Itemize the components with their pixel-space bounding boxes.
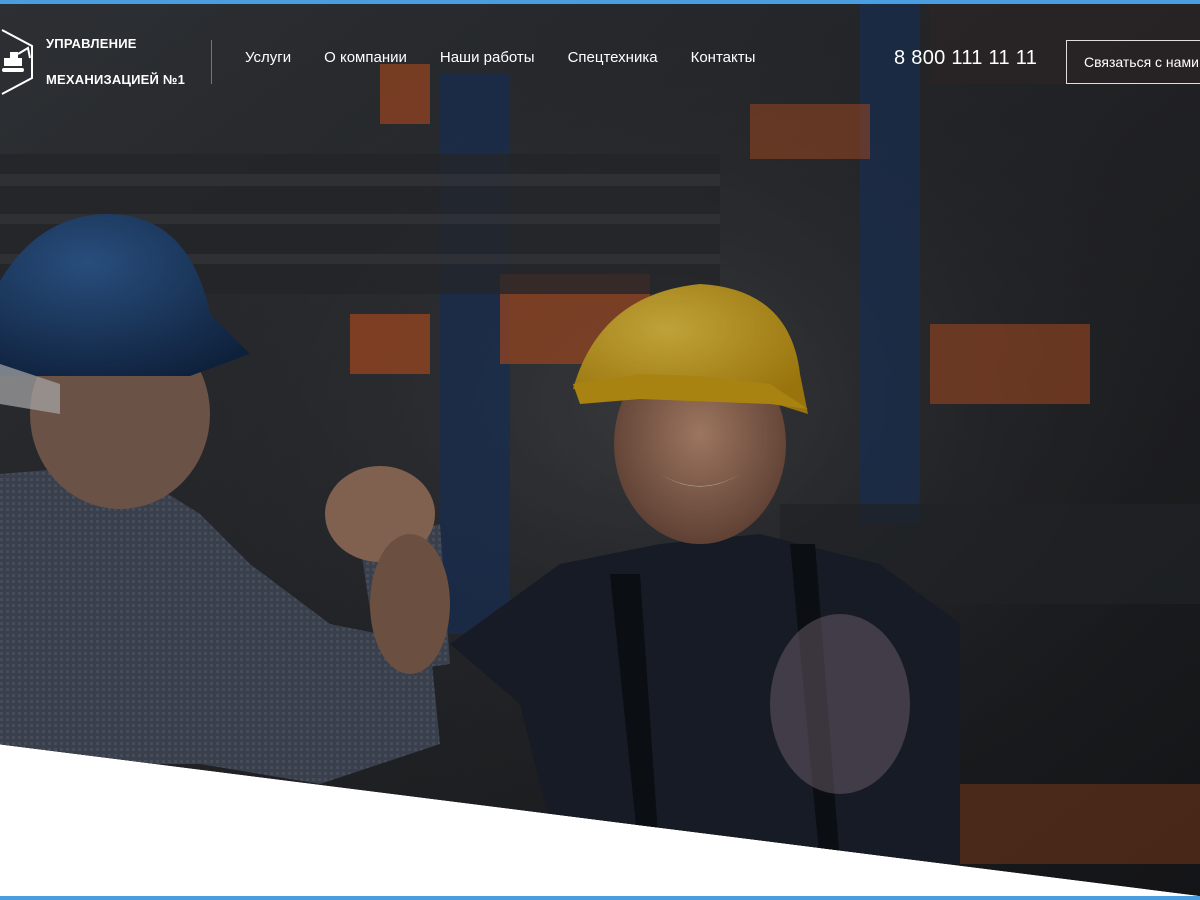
hero-photo xyxy=(0,4,1200,896)
header-divider xyxy=(211,40,212,84)
nav-item-services[interactable]: Услуги xyxy=(245,48,291,68)
brand-name-line1: Управление xyxy=(46,36,137,51)
brand-logo[interactable]: Управление механизацией №1 xyxy=(0,28,185,96)
nav-item-contacts[interactable]: Контакты xyxy=(691,48,756,68)
brand-name: Управление механизацией №1 xyxy=(46,17,185,107)
bottom-accent-border xyxy=(0,896,1200,900)
nav-item-machinery[interactable]: Спецтехника xyxy=(568,48,658,68)
brand-name-line2: механизацией №1 xyxy=(46,72,186,87)
site-header: Управление механизацией №1 Услуги О комп… xyxy=(0,4,1200,112)
main-nav: Услуги О компании Наши работы Спецтехник… xyxy=(245,48,755,68)
excavator-hexagon-icon xyxy=(1,29,33,95)
top-accent-border xyxy=(0,0,1200,4)
contact-us-button[interactable]: Связаться с нами xyxy=(1066,40,1200,84)
hero-banner xyxy=(0,4,1200,896)
nav-item-about[interactable]: О компании xyxy=(324,48,407,68)
nav-item-works[interactable]: Наши работы xyxy=(440,48,535,68)
phone-number[interactable]: 8 800 111 11 11 xyxy=(894,46,1037,70)
